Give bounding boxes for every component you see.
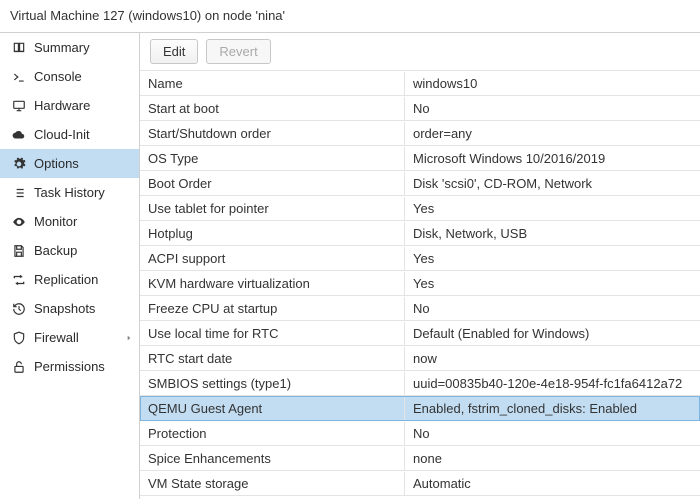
options-row-value: Disk 'scsi0', CD-ROM, Network: [405, 172, 700, 195]
sidebar: Summary Console Hardware Cloud-Init Opti: [0, 33, 140, 499]
options-row-value: now: [405, 347, 700, 370]
options-row-value: No: [405, 297, 700, 320]
gear-icon: [10, 157, 28, 171]
list-icon: [10, 186, 28, 200]
options-row-key: Name: [140, 72, 405, 95]
options-row-value: order=any: [405, 122, 700, 145]
retweet-icon: [10, 273, 28, 287]
options-row-key: ACPI support: [140, 247, 405, 270]
sidebar-item-label: Snapshots: [34, 301, 95, 316]
main-panel: Edit Revert Namewindows10Start at bootNo…: [140, 33, 700, 499]
sidebar-item-hardware[interactable]: Hardware: [0, 91, 139, 120]
options-row-value: No: [405, 422, 700, 445]
options-row[interactable]: Boot OrderDisk 'scsi0', CD-ROM, Network: [140, 171, 700, 196]
options-row-key: Spice Enhancements: [140, 447, 405, 470]
options-row[interactable]: Start/Shutdown orderorder=any: [140, 121, 700, 146]
options-row[interactable]: Freeze CPU at startupNo: [140, 296, 700, 321]
options-row-value: Yes: [405, 247, 700, 270]
book-icon: [10, 41, 28, 55]
options-row[interactable]: VM State storageAutomatic: [140, 471, 700, 496]
options-row-value: Enabled, fstrim_cloned_disks: Enabled: [405, 397, 700, 420]
options-row-value: none: [405, 447, 700, 470]
options-row[interactable]: QEMU Guest AgentEnabled, fstrim_cloned_d…: [140, 396, 700, 421]
options-row[interactable]: HotplugDisk, Network, USB: [140, 221, 700, 246]
cloud-icon: [10, 128, 28, 142]
desktop-icon: [10, 99, 28, 113]
sidebar-item-label: Backup: [34, 243, 77, 258]
sidebar-item-label: Hardware: [34, 98, 90, 113]
options-row-key: SMBIOS settings (type1): [140, 372, 405, 395]
options-row-value: Yes: [405, 197, 700, 220]
save-icon: [10, 244, 28, 258]
sidebar-item-backup[interactable]: Backup: [0, 236, 139, 265]
page-title: Virtual Machine 127 (windows10) on node …: [0, 0, 700, 33]
toolbar: Edit Revert: [140, 33, 700, 70]
sidebar-item-label: Cloud-Init: [34, 127, 90, 142]
options-row-key: KVM hardware virtualization: [140, 272, 405, 295]
options-row-key: Start at boot: [140, 97, 405, 120]
options-row-key: Start/Shutdown order: [140, 122, 405, 145]
options-row-key: Use local time for RTC: [140, 322, 405, 345]
options-grid: Namewindows10Start at bootNoStart/Shutdo…: [140, 70, 700, 496]
chevron-right-icon: [125, 334, 133, 342]
revert-button[interactable]: Revert: [206, 39, 270, 64]
sidebar-item-label: Console: [34, 69, 82, 84]
options-row-key: Use tablet for pointer: [140, 197, 405, 220]
options-row[interactable]: Use local time for RTCDefault (Enabled f…: [140, 321, 700, 346]
sidebar-item-monitor[interactable]: Monitor: [0, 207, 139, 236]
sidebar-item-label: Monitor: [34, 214, 77, 229]
sidebar-item-snapshots[interactable]: Snapshots: [0, 294, 139, 323]
sidebar-item-permissions[interactable]: Permissions: [0, 352, 139, 381]
sidebar-item-label: Permissions: [34, 359, 105, 374]
sidebar-item-label: Summary: [34, 40, 90, 55]
shield-icon: [10, 331, 28, 345]
terminal-icon: [10, 70, 28, 84]
options-row[interactable]: OS TypeMicrosoft Windows 10/2016/2019: [140, 146, 700, 171]
options-row-value: Default (Enabled for Windows): [405, 322, 700, 345]
options-row-value: Disk, Network, USB: [405, 222, 700, 245]
options-row-key: Protection: [140, 422, 405, 445]
unlock-icon: [10, 360, 28, 374]
sidebar-item-label: Options: [34, 156, 79, 171]
options-row[interactable]: Spice Enhancementsnone: [140, 446, 700, 471]
options-row[interactable]: Use tablet for pointerYes: [140, 196, 700, 221]
options-row-value: uuid=00835b40-120e-4e18-954f-fc1fa6412a7…: [405, 372, 700, 395]
options-row-key: QEMU Guest Agent: [140, 397, 405, 420]
options-row-key: Freeze CPU at startup: [140, 297, 405, 320]
sidebar-item-cloud-init[interactable]: Cloud-Init: [0, 120, 139, 149]
sidebar-item-label: Firewall: [34, 330, 79, 345]
options-row-value: windows10: [405, 72, 700, 95]
sidebar-item-label: Replication: [34, 272, 98, 287]
options-row[interactable]: ACPI supportYes: [140, 246, 700, 271]
history-icon: [10, 302, 28, 316]
eye-icon: [10, 215, 28, 229]
options-row[interactable]: SMBIOS settings (type1)uuid=00835b40-120…: [140, 371, 700, 396]
options-row[interactable]: Start at bootNo: [140, 96, 700, 121]
options-row[interactable]: KVM hardware virtualizationYes: [140, 271, 700, 296]
options-row-value: No: [405, 97, 700, 120]
options-row-key: VM State storage: [140, 472, 405, 495]
sidebar-item-firewall[interactable]: Firewall: [0, 323, 139, 352]
sidebar-item-label: Task History: [34, 185, 105, 200]
sidebar-item-summary[interactable]: Summary: [0, 33, 139, 62]
edit-button[interactable]: Edit: [150, 39, 198, 64]
options-row[interactable]: RTC start datenow: [140, 346, 700, 371]
sidebar-item-task-history[interactable]: Task History: [0, 178, 139, 207]
sidebar-item-console[interactable]: Console: [0, 62, 139, 91]
options-row-key: OS Type: [140, 147, 405, 170]
options-row-key: Boot Order: [140, 172, 405, 195]
options-row[interactable]: ProtectionNo: [140, 421, 700, 446]
sidebar-item-options[interactable]: Options: [0, 149, 139, 178]
options-row[interactable]: Namewindows10: [140, 71, 700, 96]
sidebar-item-replication[interactable]: Replication: [0, 265, 139, 294]
options-row-key: Hotplug: [140, 222, 405, 245]
options-row-key: RTC start date: [140, 347, 405, 370]
options-row-value: Automatic: [405, 472, 700, 495]
options-row-value: Yes: [405, 272, 700, 295]
options-row-value: Microsoft Windows 10/2016/2019: [405, 147, 700, 170]
